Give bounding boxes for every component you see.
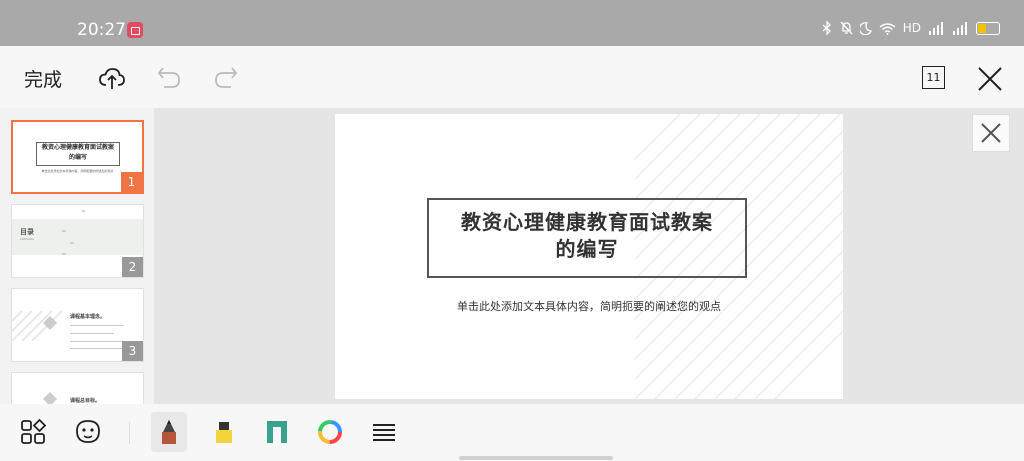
done-button[interactable]: 完成 [24,65,62,92]
slide-title-box[interactable]: 教资心理健康教育面试教案 的编写 [427,198,747,278]
thumb-title: 课程基本理念。 [70,314,106,320]
slide-thumbnail-1[interactable]: 教资心理健康教育面试教案 的编写 单击此处添加文本具体内容，简明扼要的阐述您的观… [11,120,144,194]
thumb-subtitle: CATALOG [20,237,34,241]
slide-stage: 教资心理健康教育面试教案 的编写 单击此处添加文本具体内容，简明扼要的阐述您的观… [154,108,1024,404]
thumb-title-box: 教资心理健康教育面试教案 的编写 [36,142,120,166]
network-label: HD [902,21,921,35]
thumb-number: 3 [122,341,143,361]
slide-subtitle[interactable]: 单击此处添加文本具体内容，简明扼要的阐述您的观点 [335,298,843,314]
thumb-item: 03 [70,241,74,245]
highlighter-icon[interactable] [210,418,238,446]
signal-icon-2 [953,21,967,35]
thumb-diamond [43,392,57,405]
thumb-number: 2 [122,257,143,277]
status-icons: HD [821,21,1000,35]
color-picker-icon[interactable] [316,418,344,446]
close-icon [981,123,1001,143]
slide-thumbnail-panel: 教资心理健康教育面试教案 的编写 单击此处添加文本具体内容，简明扼要的阐述您的观… [0,108,154,405]
pencil-icon [162,420,176,444]
bottom-toolbar [0,404,1024,461]
top-toolbar: 完成 11 [0,46,1024,108]
undo-icon[interactable] [155,64,183,92]
screen-record-icon [127,22,143,38]
thumb-title: 教资心理健康教育面试教案 [41,144,114,151]
slide-count-button[interactable]: 11 [922,66,945,89]
sticker-icon[interactable] [74,418,102,446]
toolbar-divider [129,422,130,444]
slide-title-line-1: 教资心理健康教育面试教案 [461,210,713,234]
redo-icon[interactable] [212,64,240,92]
thumb-title: 课程总目标。 [70,398,101,404]
thumb-diamond [43,316,57,330]
layout-grid-icon[interactable] [19,418,47,446]
thumb-item: 02 [62,229,66,233]
thumb-line [70,333,114,334]
thumb-title: 目录 [20,228,34,236]
thumb-item: 04 [62,252,66,256]
mute-bell-icon [840,21,853,35]
bluetooth-icon [822,21,831,35]
thumb-number: 1 [121,172,142,192]
close-icon[interactable] [975,64,1005,94]
marker-icon[interactable] [263,418,291,446]
home-indicator[interactable] [459,456,613,460]
line-width-icon[interactable] [370,418,398,446]
thumb-line [70,348,122,349]
close-slide-button[interactable] [972,114,1010,152]
status-bar: 20:27 HD [0,0,1024,46]
wifi-icon [879,22,896,35]
signal-icon-1 [929,21,943,35]
thumb-item: 01 [82,209,86,213]
current-slide[interactable]: 教资心理健康教育面试教案 的编写 单击此处添加文本具体内容，简明扼要的阐述您的观… [335,114,843,399]
slide-thumbnail-2[interactable]: 目录 CATALOG 01 02 03 04 2 [11,204,144,278]
battery-icon [976,21,1000,35]
moon-icon [859,21,872,35]
thumb-line [70,341,128,342]
slide-thumbnail-3[interactable]: 课程基本理念。 3 [11,288,144,362]
thumb-title2: 的编写 [68,154,87,161]
pen-tool-button[interactable] [151,412,187,452]
cloud-upload-icon[interactable] [98,64,126,92]
slide-thumbnail-4[interactable]: 课程总目标。 [11,372,144,405]
status-time: 20:27 [77,20,126,40]
slide-title-line-2: 的编写 [555,237,619,261]
thumb-line [70,325,124,326]
